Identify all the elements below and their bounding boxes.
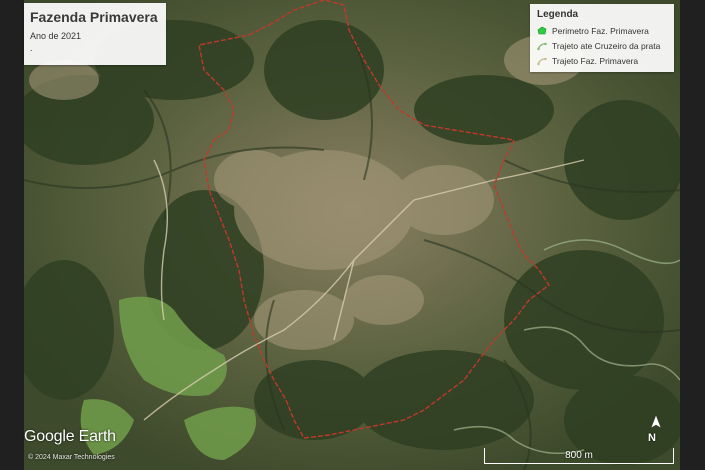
legend-label: Perimetro Faz. Primavera [552,26,649,36]
legend-item-trail-cruzeiro: Trajeto ate Cruzeiro da prata [537,40,660,52]
map-title-box: Fazenda Primavera Ano de 2021 . [24,3,166,65]
map-title: Fazenda Primavera [30,9,158,25]
north-label: N [648,432,656,444]
legend: Legenda Perimetro Faz. Primavera Trajeto… [530,4,674,72]
legend-label: Trajeto Faz. Primavera [552,56,639,66]
google-earth-logo: Google Earth [24,428,116,445]
map-subtitle: Ano de 2021 [30,31,82,41]
path-icon [537,57,547,66]
path-icon [537,42,547,51]
legend-item-perimeter: Perimetro Faz. Primavera [537,25,649,37]
imagery-attribution: © 2024 Maxar Technologies [28,454,115,461]
map-note: . [30,43,33,53]
scale-label: 800 m [565,450,593,461]
polygon-icon [537,26,547,35]
scale-bar: 800 m [484,448,674,466]
legend-item-trail-primavera: Trajeto Faz. Primavera [537,55,638,67]
legend-label: Trajeto ate Cruzeiro da prata [552,41,661,51]
legend-title: Legenda [537,9,579,20]
